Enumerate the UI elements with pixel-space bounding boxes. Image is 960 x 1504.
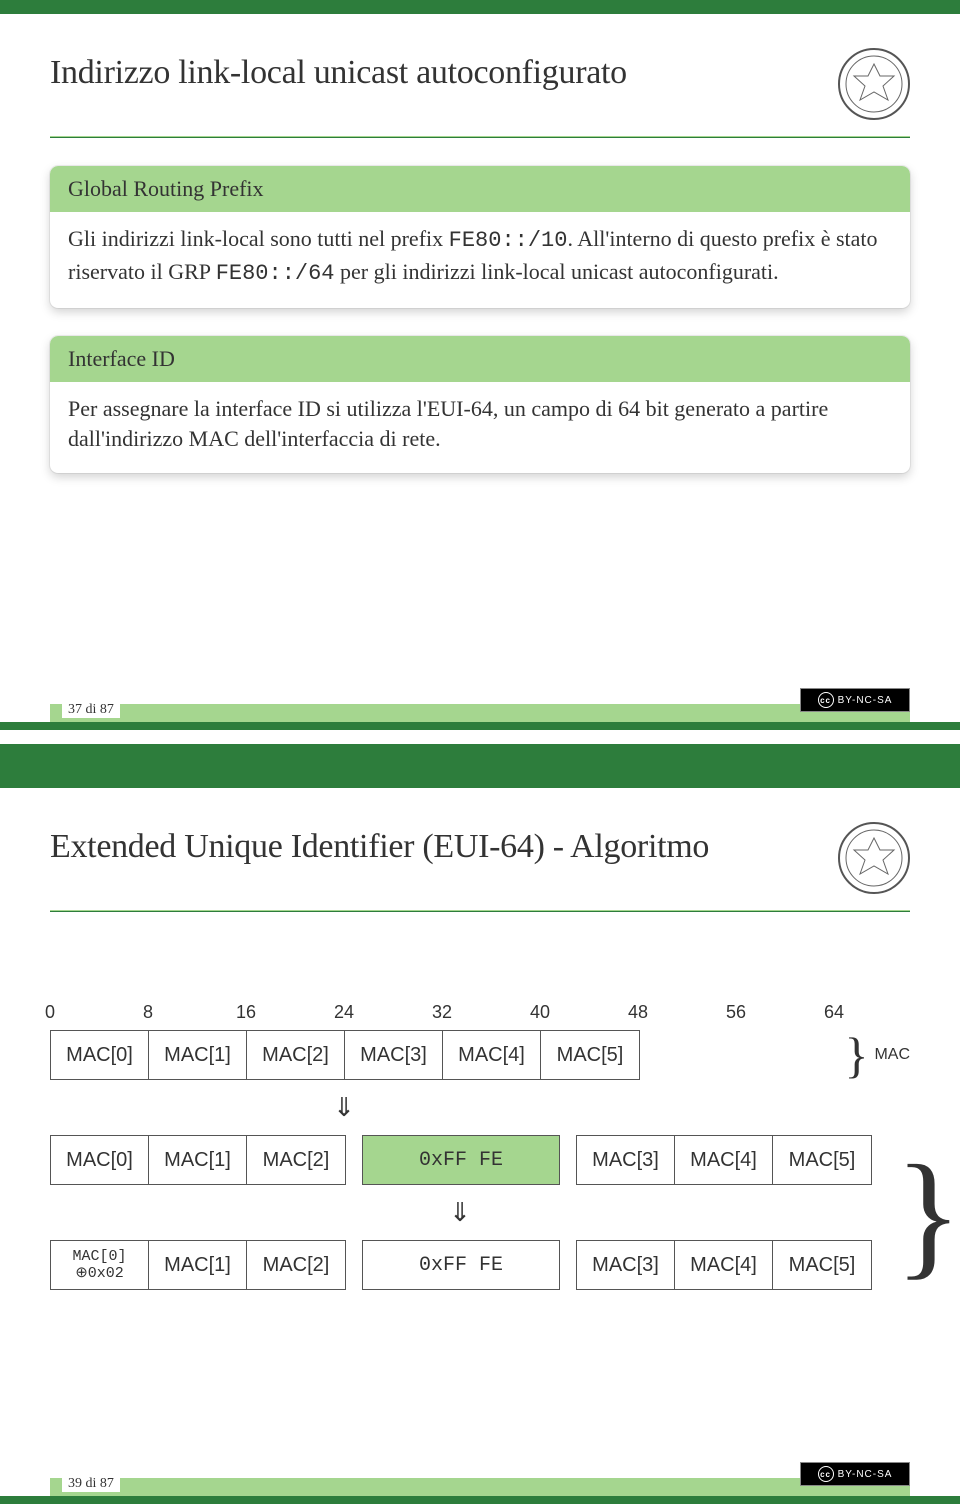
slide-2-footer: 39 di 87 cc BY-NC-SA xyxy=(0,1478,960,1504)
cc-icon: cc xyxy=(818,1466,834,1482)
box-iid: Interface ID Per assegnare la interface … xyxy=(50,336,910,474)
mac-cell: MAC[4] xyxy=(675,1136,773,1184)
mac-cell: MAC[5] xyxy=(541,1031,639,1079)
slide-divider xyxy=(0,744,960,788)
top-green-bar xyxy=(0,0,960,14)
university-seal-icon xyxy=(838,48,910,120)
down-arrow-icon: ⇓ xyxy=(50,1197,870,1228)
mac-cell: MAC[2] xyxy=(247,1136,345,1184)
fffe-cell: 0xFF FE xyxy=(363,1241,559,1289)
bit-tick: 8 xyxy=(143,1002,153,1023)
bit-tick: 64 xyxy=(824,1002,844,1023)
mac-cell: MAC[2] xyxy=(247,1241,345,1289)
bit-tick: 48 xyxy=(628,1002,648,1023)
slide-2: Extended Unique Identifier (EUI-64) - Al… xyxy=(0,788,960,1504)
mac-cell: MAC[4] xyxy=(675,1241,773,1289)
page-number: 37 di 87 xyxy=(62,702,120,718)
code: FE80::/10 xyxy=(449,228,568,253)
mac-cell: MAC[2] xyxy=(247,1031,345,1079)
bit-tick: 16 xyxy=(236,1002,256,1023)
fffe-cell: 0xFF FE xyxy=(363,1136,559,1184)
xor-cell: MAC[0]⊕0x02 xyxy=(51,1241,149,1289)
bit-ticks: 0816243240485664 xyxy=(50,1002,910,1022)
mac-cell: MAC[4] xyxy=(443,1031,541,1079)
brace-icon: } xyxy=(895,1180,960,1250)
diagram-row-mac: MAC[0] MAC[1] MAC[2] MAC[3] MAC[4] MAC[5… xyxy=(50,1030,910,1080)
mac-cell: MAC[3] xyxy=(577,1136,675,1184)
box-iid-header: Interface ID xyxy=(50,336,910,382)
slide-1-footer: 37 di 87 cc BY-NC-SA xyxy=(0,704,960,730)
diagram-row-eui64: MAC[0]⊕0x02 MAC[1] MAC[2] 0xFF FE MAC[3]… xyxy=(50,1240,910,1290)
mac-cell: MAC[5] xyxy=(773,1136,871,1184)
box-grp: Global Routing Prefix Gli indirizzi link… xyxy=(50,166,910,308)
eui64-diagram: 0816243240485664 MAC[0] MAC[1] MAC[2] MA… xyxy=(50,1002,910,1290)
slide-1-title: Indirizzo link-local unicast autoconfigu… xyxy=(50,54,627,92)
slide-2-title: Extended Unique Identifier (EUI-64) - Al… xyxy=(50,828,709,866)
bit-tick: 32 xyxy=(432,1002,452,1023)
cc-text: BY-NC-SA xyxy=(838,695,893,706)
cc-license-badge: cc BY-NC-SA xyxy=(800,1462,910,1486)
box-iid-body: Per assegnare la interface ID si utilizz… xyxy=(50,382,910,474)
diagram-row-fffe: MAC[0] MAC[1] MAC[2] 0xFF FE MAC[3] MAC[… xyxy=(50,1135,910,1185)
page-number: 39 di 87 xyxy=(62,1476,120,1492)
title-underline xyxy=(50,136,910,138)
label-mac: MAC xyxy=(874,1046,910,1064)
cc-license-badge: cc BY-NC-SA xyxy=(800,688,910,712)
cc-text: BY-NC-SA xyxy=(838,1469,893,1480)
brace-icon: } xyxy=(844,1035,868,1075)
bit-tick: 0 xyxy=(45,1002,55,1023)
university-seal-icon xyxy=(838,822,910,894)
text: Gli indirizzi link-local sono tutti nel … xyxy=(68,226,449,251)
bit-tick: 56 xyxy=(726,1002,746,1023)
mac-cell: MAC[3] xyxy=(577,1241,675,1289)
box-grp-header: Global Routing Prefix xyxy=(50,166,910,212)
mac-cell: MAC[1] xyxy=(149,1136,247,1184)
mac-cell: MAC[1] xyxy=(149,1031,247,1079)
code: FE80::/64 xyxy=(216,261,335,286)
mac-cell: MAC[0] xyxy=(51,1031,149,1079)
cc-icon: cc xyxy=(818,692,834,708)
text: per gli indirizzi link-local unicast aut… xyxy=(335,259,779,284)
title-underline xyxy=(50,910,910,912)
mac-cell: MAC[5] xyxy=(773,1241,871,1289)
bit-tick: 24 xyxy=(334,1002,354,1023)
mac-cell: MAC[0] xyxy=(51,1136,149,1184)
box-grp-body: Gli indirizzi link-local sono tutti nel … xyxy=(50,212,910,308)
mac-cell: MAC[1] xyxy=(149,1241,247,1289)
mac-cell: MAC[3] xyxy=(345,1031,443,1079)
down-arrow-icon: ⇓ xyxy=(50,1092,638,1123)
slide-1: Indirizzo link-local unicast autoconfigu… xyxy=(0,14,960,730)
bit-tick: 40 xyxy=(530,1002,550,1023)
